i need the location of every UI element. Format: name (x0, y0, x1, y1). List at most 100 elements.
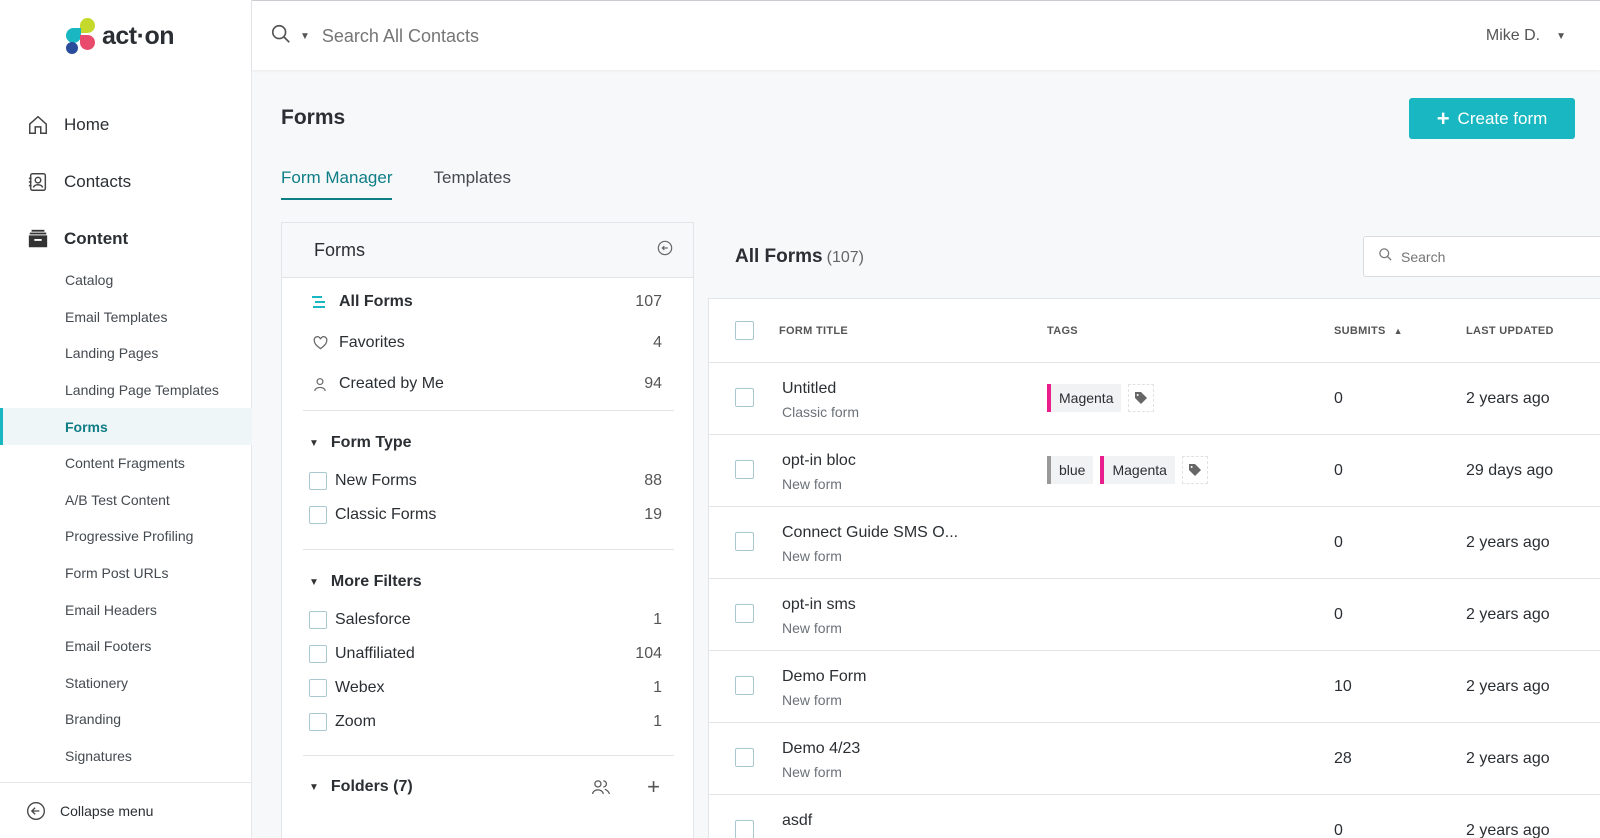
select-all-checkbox[interactable] (735, 321, 754, 340)
add-folder-icon[interactable]: + (647, 776, 660, 798)
search-icon[interactable] (270, 23, 292, 50)
page-title: Forms (281, 106, 346, 129)
submits-count: 0 (1334, 606, 1343, 623)
subnav-item-ab-test-content[interactable]: A/B Test Content (0, 482, 252, 519)
checkbox[interactable] (309, 472, 327, 490)
tab-form-manager[interactable]: Form Manager (281, 168, 393, 200)
logo[interactable]: act·on (64, 16, 175, 56)
section-form-type[interactable]: ▼ Form Type (309, 434, 662, 452)
table-row[interactable]: Untitled Classic form Magenta 0 2 years ago (709, 363, 1600, 435)
filter-count: 4 (653, 334, 662, 351)
subnav-item-form-post-urls[interactable]: Form Post URLs (0, 555, 252, 592)
column-submits[interactable]: SUBMITS ▲ (1334, 325, 1403, 337)
row-checkbox[interactable] (735, 532, 754, 551)
subnav-item-landing-pages[interactable]: Landing Pages (0, 335, 252, 372)
row-checkbox[interactable] (735, 820, 754, 838)
collapse-menu-button[interactable]: Collapse menu (0, 782, 252, 838)
subnav-item-email-templates[interactable]: Email Templates (0, 299, 252, 336)
table-row[interactable]: opt-in sms New form 0 2 years ago (709, 579, 1600, 651)
checkbox[interactable] (309, 679, 327, 697)
search-scope-dropdown-icon[interactable]: ▼ (300, 31, 310, 42)
user-menu[interactable]: Mike D. ▼ (1486, 27, 1566, 45)
subnav-item-email-footers[interactable]: Email Footers (0, 628, 252, 665)
tag[interactable]: Magenta (1100, 456, 1175, 484)
section-folders[interactable]: ▼ Folders (7) + (309, 776, 662, 798)
tab-templates[interactable]: Templates (433, 168, 510, 200)
nav-item-contacts[interactable]: Contacts (0, 153, 252, 210)
nav-item-home[interactable]: Home (0, 96, 252, 153)
row-checkbox[interactable] (735, 388, 754, 407)
arrow-left-circle-icon (26, 801, 46, 821)
last-updated: 2 years ago (1466, 678, 1550, 695)
content-icon (26, 227, 50, 251)
subnav-item-stationery[interactable]: Stationery (0, 665, 252, 702)
table-row[interactable]: opt-in bloc New form blue Magenta 0 29 days a… (709, 435, 1600, 507)
table-row[interactable]: Demo Form New form 10 2 years ago (709, 651, 1600, 723)
filter-unaffiliated[interactable]: Unaffiliated 104 (309, 645, 662, 663)
subnav-item-landing-page-templates[interactable]: Landing Page Templates (0, 372, 252, 409)
filter-classic-forms[interactable]: Classic Forms 19 (309, 506, 662, 524)
table-row[interactable]: asdf 0 2 years ago (709, 795, 1600, 838)
checkbox[interactable] (309, 611, 327, 629)
filter-salesforce[interactable]: Salesforce 1 (309, 611, 662, 629)
filter-webex[interactable]: Webex 1 (309, 679, 662, 697)
create-form-button[interactable]: + Create form (1409, 98, 1575, 139)
row-checkbox[interactable] (735, 460, 754, 479)
form-title[interactable]: opt-in bloc (782, 452, 856, 470)
act-on-logo-icon (64, 16, 100, 56)
subnav-item-email-headers[interactable]: Email Headers (0, 591, 252, 628)
filter-label: Webex (335, 679, 385, 696)
form-title[interactable]: Connect Guide SMS O... (782, 524, 958, 542)
checkbox[interactable] (309, 645, 327, 663)
form-title[interactable]: opt-in sms (782, 596, 856, 614)
submits-count: 0 (1334, 822, 1343, 838)
checkbox[interactable] (309, 713, 327, 731)
checkbox[interactable] (309, 506, 327, 524)
form-title[interactable]: Untitled (782, 380, 836, 398)
collapse-panel-icon[interactable] (657, 240, 673, 261)
caret-down-icon: ▼ (309, 437, 319, 449)
row-checkbox[interactable] (735, 604, 754, 623)
filter-favorites[interactable]: Favorites 4 (309, 334, 662, 352)
add-tag-icon[interactable] (1128, 384, 1155, 412)
filter-zoom[interactable]: Zoom 1 (309, 713, 662, 731)
row-checkbox[interactable] (735, 676, 754, 695)
global-search-input[interactable] (321, 26, 722, 47)
subnav-item-progressive-profiling[interactable]: Progressive Profiling (0, 518, 252, 555)
filter-label: Salesforce (335, 611, 411, 628)
form-title[interactable]: Demo Form (782, 668, 866, 686)
form-title[interactable]: asdf (782, 812, 812, 830)
form-title[interactable]: Demo 4/23 (782, 740, 860, 758)
filter-count: 1 (653, 611, 662, 628)
filter-all-forms[interactable]: All Forms 107 (309, 293, 662, 311)
filter-label: All Forms (339, 293, 413, 310)
add-tag-icon[interactable] (1181, 456, 1208, 484)
table-row[interactable]: Connect Guide SMS O... New form 0 2 years a… (709, 507, 1600, 579)
subnav-item-forms[interactable]: Forms (0, 408, 252, 445)
tab-bar: Form Manager Templates (281, 168, 552, 200)
subnav-item-catalog[interactable]: Catalog (0, 262, 252, 299)
tag[interactable]: Magenta (1047, 384, 1122, 412)
nav-item-content[interactable]: Content (0, 210, 252, 267)
subnav-item-branding[interactable]: Branding (0, 701, 252, 738)
tag[interactable]: blue (1047, 456, 1094, 484)
nav-label: Home (64, 114, 110, 134)
row-checkbox[interactable] (735, 748, 754, 767)
filter-new-forms[interactable]: New Forms 88 (309, 472, 662, 490)
subnav-item-signatures[interactable]: Signatures (0, 738, 252, 775)
filter-label: New Forms (335, 472, 417, 489)
list-title: All Forms (107) (735, 246, 864, 268)
filter-count: 88 (644, 472, 662, 489)
shared-users-icon[interactable] (591, 778, 611, 796)
list-search-input[interactable] (1401, 248, 1581, 265)
column-last-updated[interactable]: LAST UPDATED (1466, 325, 1554, 337)
last-updated: 2 years ago (1466, 750, 1550, 767)
table-row[interactable]: Demo 4/23 New form 28 2 years ago (709, 723, 1600, 795)
list-title-text: All Forms (735, 246, 823, 267)
filter-count: 19 (644, 506, 662, 523)
section-more-filters[interactable]: ▼ More Filters (309, 573, 662, 591)
column-form-title[interactable]: FORM TITLE (779, 325, 848, 337)
subnav-item-content-fragments[interactable]: Content Fragments (0, 445, 252, 482)
filter-created-by-me[interactable]: Created by Me 94 (309, 375, 662, 393)
home-icon (26, 113, 50, 137)
